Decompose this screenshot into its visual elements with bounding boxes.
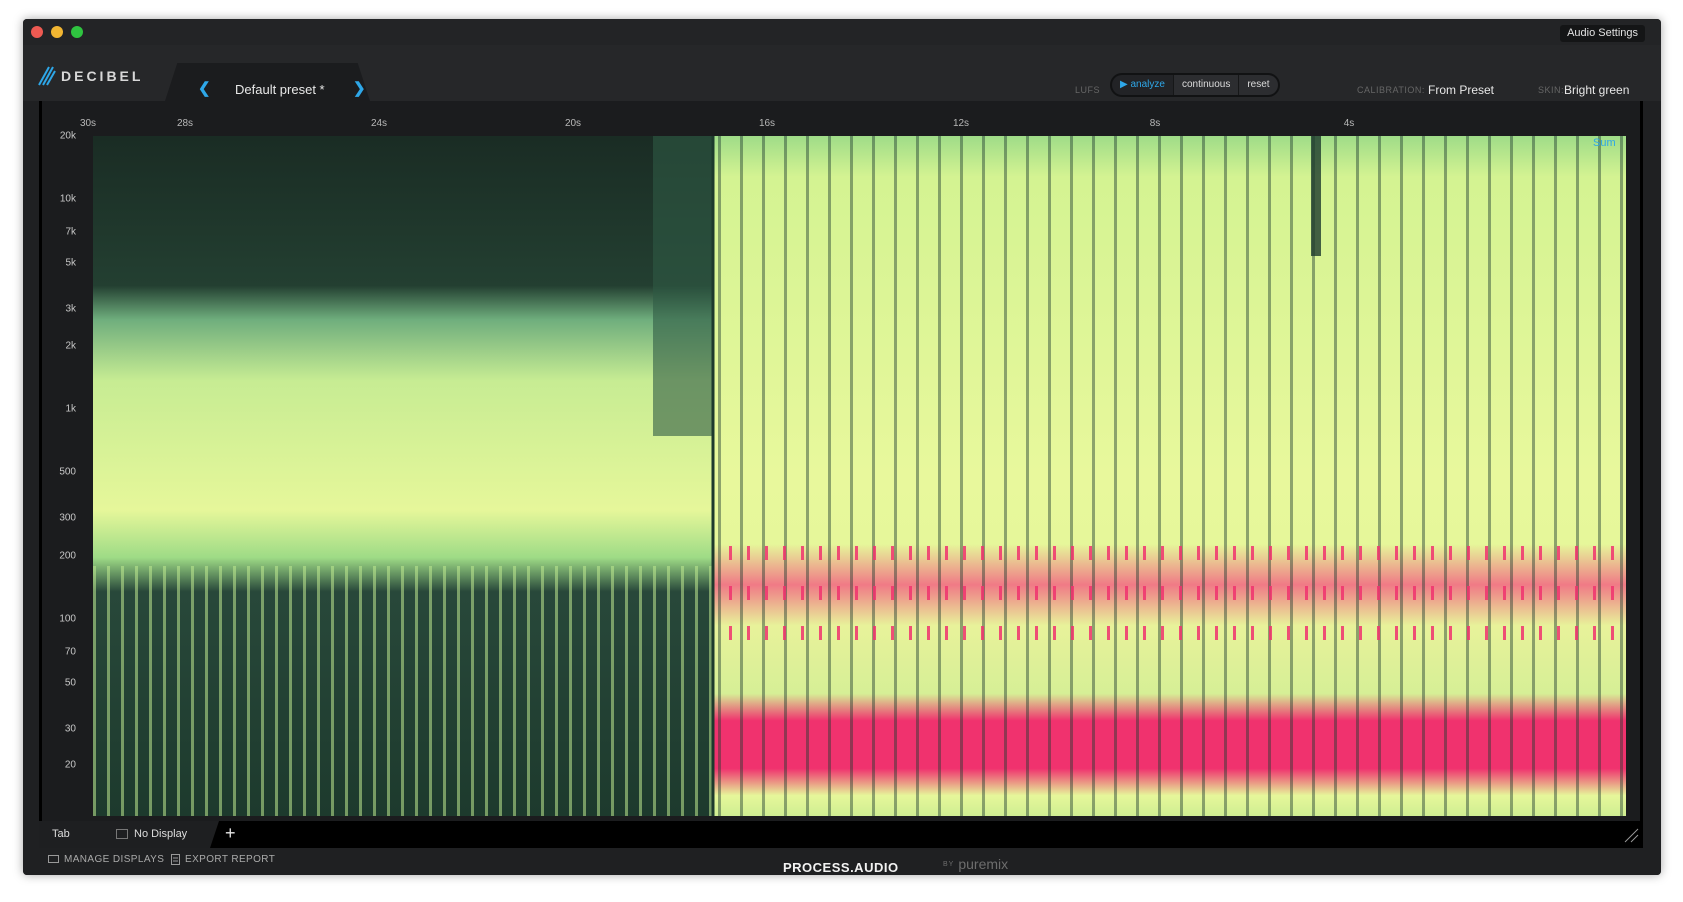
freq-label: 5k bbox=[65, 257, 76, 269]
time-label: 24s bbox=[370, 118, 388, 129]
freq-label: 200 bbox=[59, 550, 76, 562]
freq-label: 300 bbox=[59, 512, 76, 524]
freq-label: 10k bbox=[59, 193, 76, 205]
time-label: 16s bbox=[758, 118, 776, 129]
continuous-button[interactable]: continuous bbox=[1173, 75, 1240, 95]
calibration-label: CALIBRATION: bbox=[1357, 85, 1425, 95]
skin-select[interactable]: Bright green bbox=[1564, 83, 1629, 97]
display-icon bbox=[116, 829, 128, 839]
display-label: No Display bbox=[134, 828, 188, 840]
decibel-logo: DECIBEL bbox=[37, 65, 143, 87]
freq-label: 20k bbox=[59, 130, 76, 142]
footer: MANAGE DISPLAYS EXPORT REPORT PROCESS.AU… bbox=[23, 848, 1661, 875]
add-tab-button[interactable]: + bbox=[225, 823, 236, 844]
decibel-logo-icon bbox=[38, 66, 56, 86]
freq-label: 70 bbox=[64, 646, 76, 658]
tab-label[interactable]: Tab bbox=[52, 828, 70, 840]
analyze-label: analyze bbox=[1130, 79, 1165, 90]
next-preset-chevron-icon[interactable]: ❯ bbox=[353, 79, 366, 97]
by-label: BY bbox=[943, 860, 955, 868]
play-icon: ▶ bbox=[1120, 79, 1128, 90]
freq-label: 20 bbox=[64, 759, 76, 771]
time-label: 8s bbox=[1149, 118, 1161, 129]
manage-displays-label: MANAGE DISPLAYS bbox=[64, 854, 165, 865]
spectrogram-frame: 30s 28s 24s 20s 16s 12s 8s 4s 20k 10k 7k… bbox=[42, 101, 1640, 821]
time-label: 20s bbox=[564, 118, 582, 129]
lufs-label: LUFS bbox=[1075, 85, 1101, 95]
freq-label: 7k bbox=[65, 226, 76, 238]
logo-text: DECIBEL bbox=[61, 68, 144, 84]
skin-label: SKIN: bbox=[1538, 85, 1565, 95]
freq-label: 100 bbox=[59, 613, 76, 625]
close-window-button[interactable] bbox=[31, 26, 43, 38]
freq-label: 500 bbox=[59, 466, 76, 478]
minimize-window-button[interactable] bbox=[51, 26, 63, 38]
resize-handle-icon[interactable] bbox=[1623, 827, 1639, 843]
preset-name[interactable]: Default preset * bbox=[235, 82, 325, 97]
puremix-label: puremix bbox=[958, 856, 1009, 872]
calibration-select[interactable]: From Preset bbox=[1428, 83, 1494, 97]
audio-settings-button[interactable]: Audio Settings bbox=[1560, 25, 1645, 42]
monitor-icon bbox=[48, 855, 59, 863]
analyze-button[interactable]: ▶ analyze bbox=[1112, 75, 1174, 95]
time-label: 12s bbox=[952, 118, 970, 129]
freq-label: 2k bbox=[65, 340, 76, 352]
time-label: 28s bbox=[176, 118, 194, 129]
freq-label: 30 bbox=[64, 723, 76, 735]
puremix-logo: BY puremix bbox=[943, 856, 1008, 872]
lufs-controls: ▶ analyze continuous reset bbox=[1110, 73, 1280, 97]
app-window: Audio Settings DECIBEL ❮ Default preset … bbox=[23, 19, 1661, 875]
display-selector[interactable]: No Display bbox=[116, 828, 187, 840]
reset-button[interactable]: reset bbox=[1239, 75, 1278, 95]
export-report-button[interactable]: EXPORT REPORT bbox=[171, 854, 275, 865]
document-icon bbox=[171, 854, 180, 865]
display-panel: 30s 28s 24s 20s 16s 12s 8s 4s 20k 10k 7k… bbox=[39, 101, 1643, 848]
export-report-label: EXPORT REPORT bbox=[185, 854, 276, 865]
time-label: 30s bbox=[79, 118, 97, 129]
title-bar: Audio Settings bbox=[23, 19, 1661, 45]
freq-label: 50 bbox=[64, 677, 76, 689]
manage-displays-button[interactable]: MANAGE DISPLAYS bbox=[48, 854, 164, 865]
tab-bar: Tab No Display + bbox=[39, 821, 1643, 848]
freq-label: 3k bbox=[65, 303, 76, 315]
zoom-window-button[interactable] bbox=[71, 26, 83, 38]
toolbar: DECIBEL ❮ Default preset * ❯ LUFS ▶ anal… bbox=[23, 45, 1661, 101]
time-label: 4s bbox=[1343, 118, 1355, 129]
spectrogram[interactable] bbox=[93, 136, 1626, 816]
channel-label: Sum bbox=[1593, 137, 1616, 149]
prev-preset-chevron-icon[interactable]: ❮ bbox=[198, 79, 211, 97]
process-audio-logo: PROCESS.AUDIO bbox=[783, 860, 899, 875]
freq-label: 1k bbox=[65, 403, 76, 415]
